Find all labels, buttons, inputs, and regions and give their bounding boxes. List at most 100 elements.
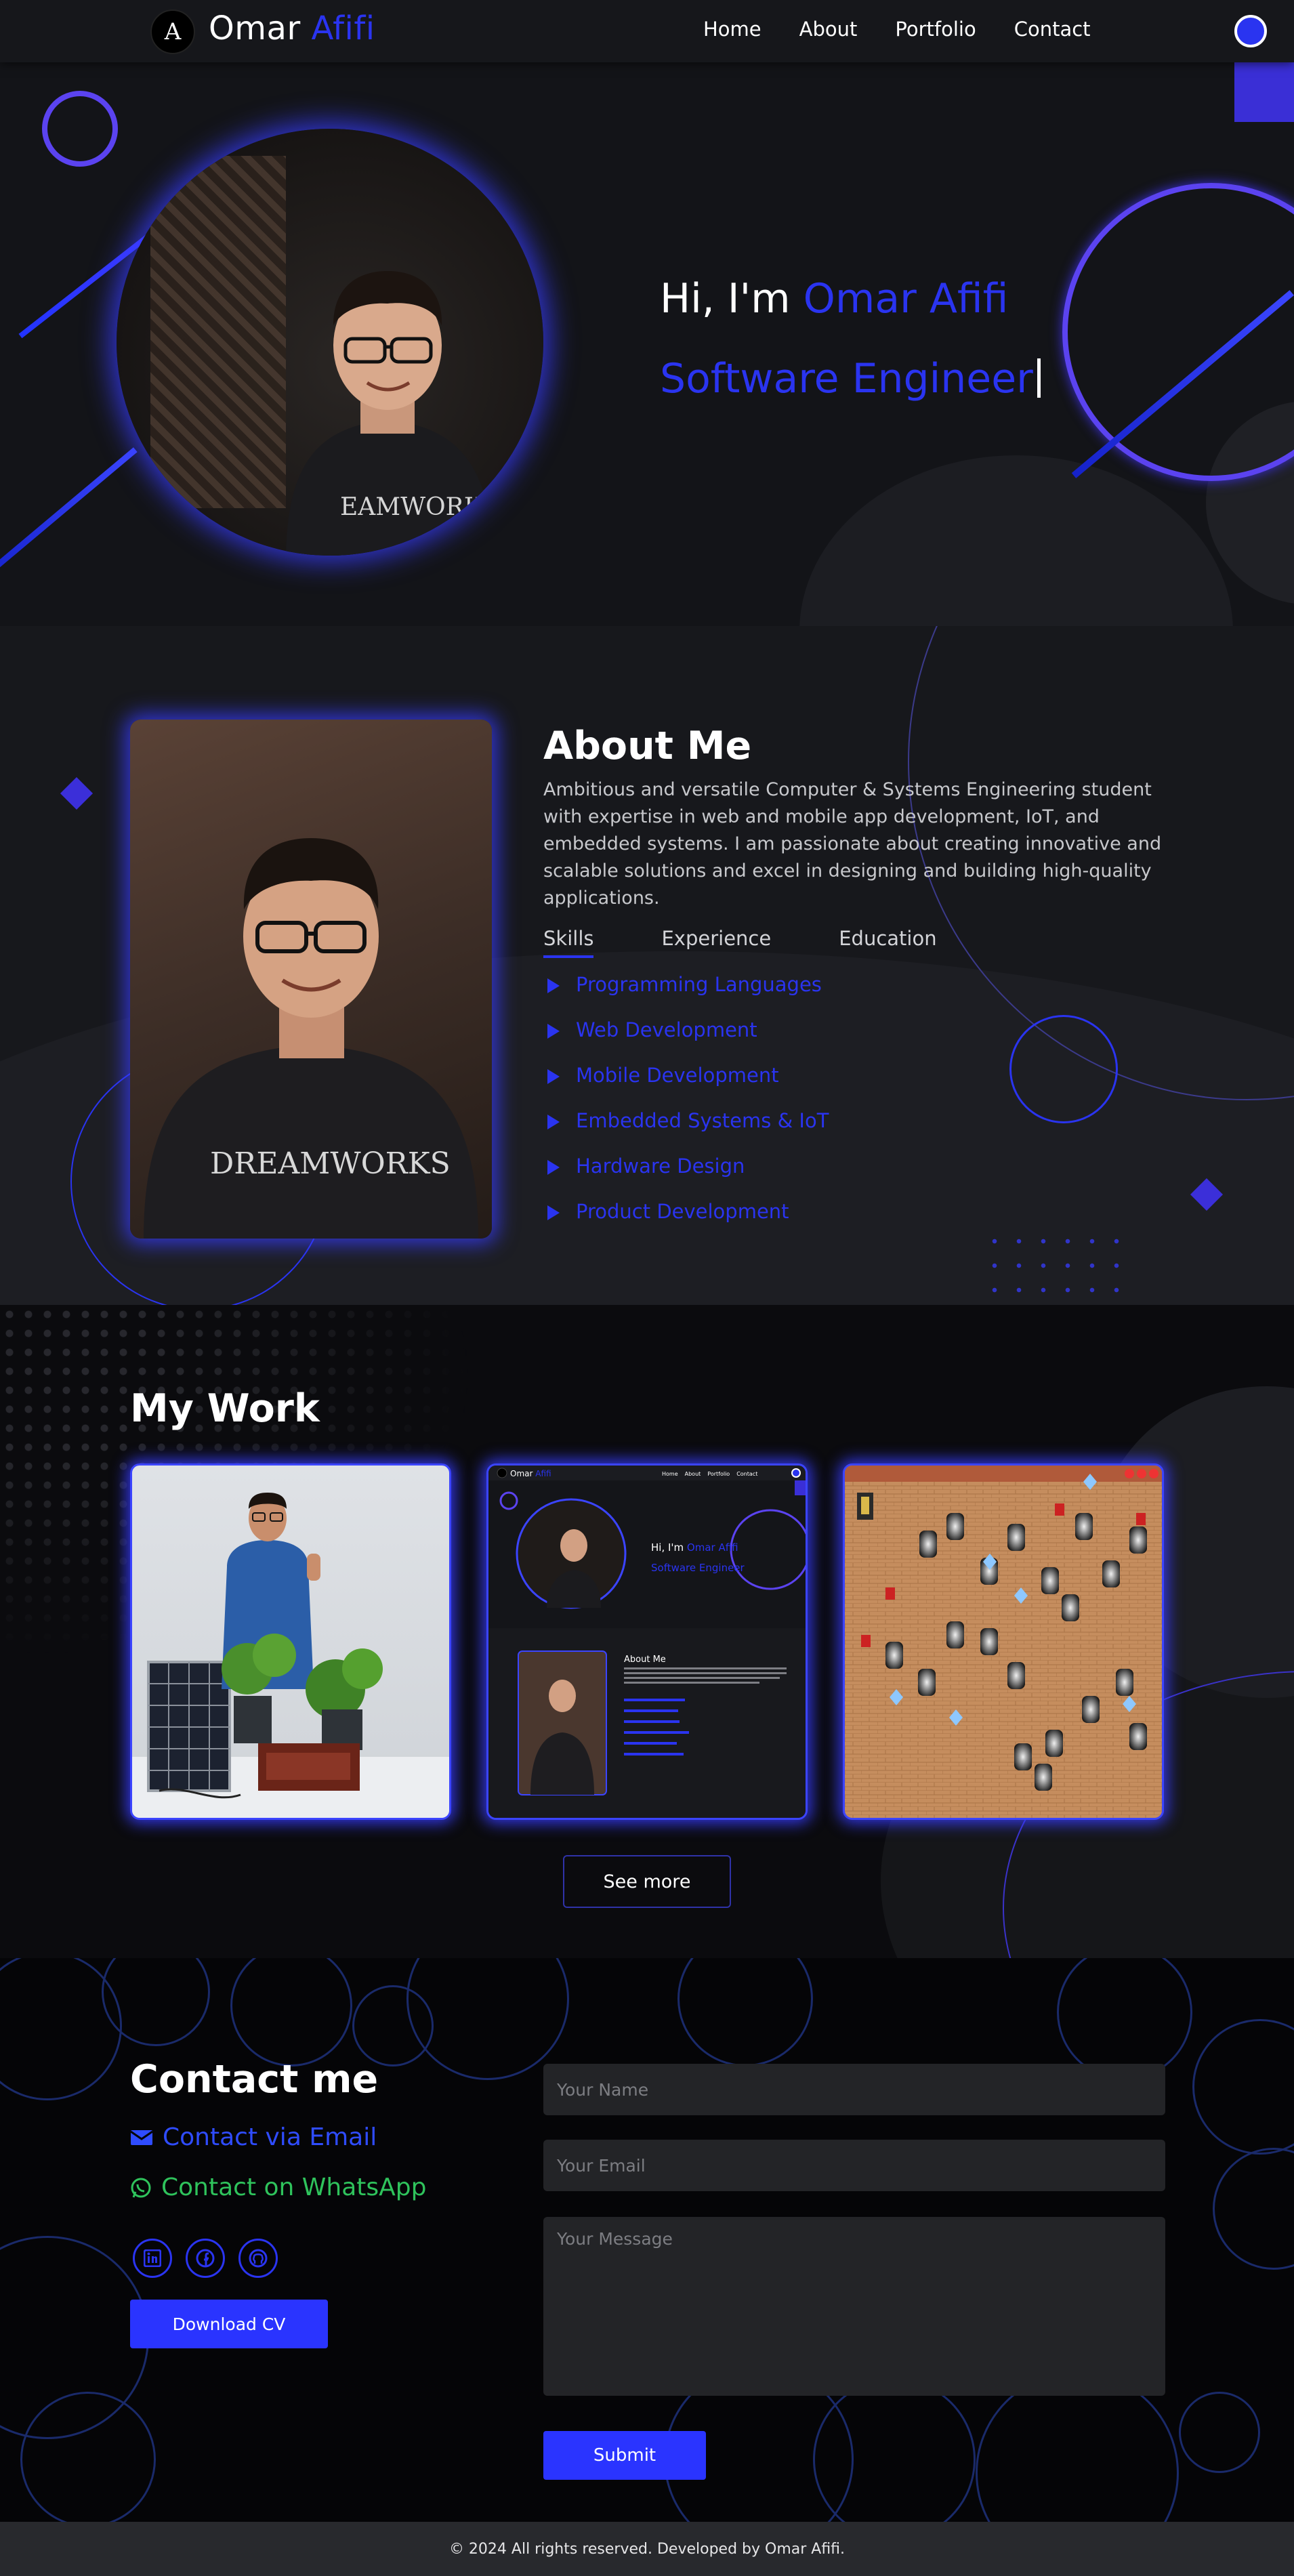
brand-name[interactable]: Omar Afifi <box>209 9 375 47</box>
preview-brand-accent: Afifi <box>535 1469 551 1478</box>
whatsapp-contact-link[interactable]: Contact on WhatsApp <box>130 2174 426 2201</box>
hero-role: Software Engineer <box>660 355 1041 402</box>
work-section: My Work Omar Afifi Home About Portfolio … <box>0 1305 1294 1958</box>
decorative-line <box>0 447 138 583</box>
project-card-portfolio[interactable]: Omar Afifi Home About Portfolio Contact Hi,… <box>486 1463 808 1820</box>
preview-brand-first: Omar <box>510 1469 535 1478</box>
email-input[interactable] <box>543 2140 1165 2191</box>
preview-greeting: Hi, I'm <box>651 1541 687 1554</box>
skills-list: Programming Languages Web Development Mo… <box>543 973 829 1245</box>
skill-item[interactable]: Hardware Design <box>543 1155 829 1200</box>
about-tabs: Skills Experience Education <box>543 927 937 958</box>
project-thumbnail <box>845 1466 1162 1818</box>
nav-link-home[interactable]: Home <box>703 18 761 41</box>
linkedin-icon <box>144 2249 161 2267</box>
svg-text:EAMWORK: EAMWORK <box>340 493 483 521</box>
decorative-bubble <box>230 1958 352 2066</box>
theme-toggle-button[interactable] <box>1234 15 1267 47</box>
play-triangle-icon <box>547 1024 560 1039</box>
decorative-bubble <box>1057 1958 1192 2080</box>
submit-button[interactable]: Submit <box>543 2431 706 2480</box>
person-illustration: EAMWORK <box>286 271 496 556</box>
github-icon <box>249 2249 268 2268</box>
about-profile-photo: DREAMWORKS <box>130 720 492 1239</box>
skill-item[interactable]: Product Development <box>543 1200 829 1245</box>
nav-link-contact[interactable]: Contact <box>1014 18 1091 41</box>
preview-about-heading: About Me <box>624 1655 666 1665</box>
decorative-diamond <box>60 776 93 810</box>
shirt-text: DREAMWORKS <box>210 1146 451 1181</box>
envelope-icon <box>130 2130 153 2145</box>
hero-name: Omar Afifi <box>803 275 1009 323</box>
logo-badge[interactable]: A <box>150 9 195 54</box>
hero-greeting: Hi, I'm Omar Afifi <box>660 275 1008 323</box>
preview-nav-portfolio: Portfolio <box>707 1471 730 1477</box>
decorative-ring <box>1062 183 1294 481</box>
project-card-solar[interactable] <box>130 1463 451 1820</box>
decorative-bubble <box>1192 2019 1294 2155</box>
play-triangle-icon <box>547 1069 560 1084</box>
decorative-bubble <box>813 2378 976 2522</box>
see-more-button[interactable]: See more <box>563 1855 731 1908</box>
message-textarea[interactable] <box>543 2217 1165 2396</box>
preview-nav-about: About <box>685 1471 701 1477</box>
play-triangle-icon <box>547 1115 560 1129</box>
github-link[interactable] <box>238 2239 278 2278</box>
decorative-circle <box>1009 1015 1118 1123</box>
greeting-text: Hi, I'm <box>660 275 803 323</box>
svg-text:Omar Afifi: Omar Afifi <box>510 1469 551 1478</box>
brand-first: Omar <box>209 9 312 47</box>
contact-heading: Contact me <box>130 2057 379 2102</box>
typing-caret <box>1037 358 1041 398</box>
decorative-bubble <box>1179 2392 1260 2473</box>
tab-skills[interactable]: Skills <box>543 927 594 958</box>
footer: © 2024 All rights reserved. Developed by… <box>0 2522 1294 2576</box>
skill-item[interactable]: Mobile Development <box>543 1064 829 1109</box>
social-links <box>133 2239 278 2278</box>
skill-item[interactable]: Programming Languages <box>543 973 829 1018</box>
nav-link-portfolio[interactable]: Portfolio <box>895 18 976 41</box>
about-paragraph: Ambitious and versatile Computer & Syste… <box>543 779 1162 909</box>
nav-link-about[interactable]: About <box>799 18 858 41</box>
decorative-bubble <box>406 1958 569 2080</box>
decorative-ring <box>42 91 118 167</box>
skill-label: Web Development <box>576 1018 757 1041</box>
facebook-link[interactable] <box>186 2239 225 2278</box>
about-section: DREAMWORKS About Me Ambitious and versat… <box>0 626 1294 1305</box>
background-blob <box>799 455 1233 626</box>
navbar: A Omar Afifi Home About Portfolio Contac… <box>0 0 1294 62</box>
email-contact-link[interactable]: Contact via Email <box>130 2123 377 2151</box>
about-heading: About Me <box>543 724 752 768</box>
play-triangle-icon <box>547 978 560 993</box>
name-input[interactable] <box>543 2064 1165 2115</box>
contact-section: Contact me Contact via Email Contact on … <box>0 1958 1294 2522</box>
footer-copyright: © 2024 All rights reserved. Developed by… <box>448 2540 846 2558</box>
whatsapp-icon <box>131 2178 151 2198</box>
whatsapp-contact-label: Contact on WhatsApp <box>161 2174 427 2201</box>
skill-label: Product Development <box>576 1200 789 1223</box>
skill-label: Embedded Systems & IoT <box>576 1109 829 1132</box>
play-triangle-icon <box>547 1160 560 1175</box>
project-thumbnail <box>132 1493 449 1818</box>
skill-item[interactable]: Web Development <box>543 1018 829 1064</box>
download-cv-button[interactable]: Download CV <box>130 2300 328 2348</box>
svg-text:Hi, I'm Omar Afifi: Hi, I'm Omar Afifi <box>651 1541 738 1554</box>
preview-role: Software Engineer <box>651 1562 745 1574</box>
solar-panel-icon <box>147 1661 231 1792</box>
tab-education[interactable]: Education <box>839 927 936 958</box>
project-thumbnail: Omar Afifi Home About Portfolio Contact Hi,… <box>488 1466 806 1818</box>
role-text: Software Engineer <box>660 355 1033 402</box>
decorative-bubble <box>677 1958 813 2066</box>
skill-label: Programming Languages <box>576 973 822 996</box>
preview-name: Omar Afifi <box>687 1541 738 1554</box>
linkedin-link[interactable] <box>133 2239 172 2278</box>
preview-nav-contact: Contact <box>736 1471 757 1477</box>
decorative-square <box>1234 62 1294 122</box>
skill-item[interactable]: Embedded Systems & IoT <box>543 1109 829 1155</box>
skill-label: Hardware Design <box>576 1155 745 1178</box>
svg-text:HomeAboutPortfolioContact: Home About Portfolio Contact <box>662 1471 757 1477</box>
project-card-game[interactable] <box>843 1463 1164 1820</box>
logo-monogram: A <box>164 18 182 45</box>
tab-experience[interactable]: Experience <box>661 927 771 958</box>
preview-nav-home: Home <box>662 1471 678 1477</box>
